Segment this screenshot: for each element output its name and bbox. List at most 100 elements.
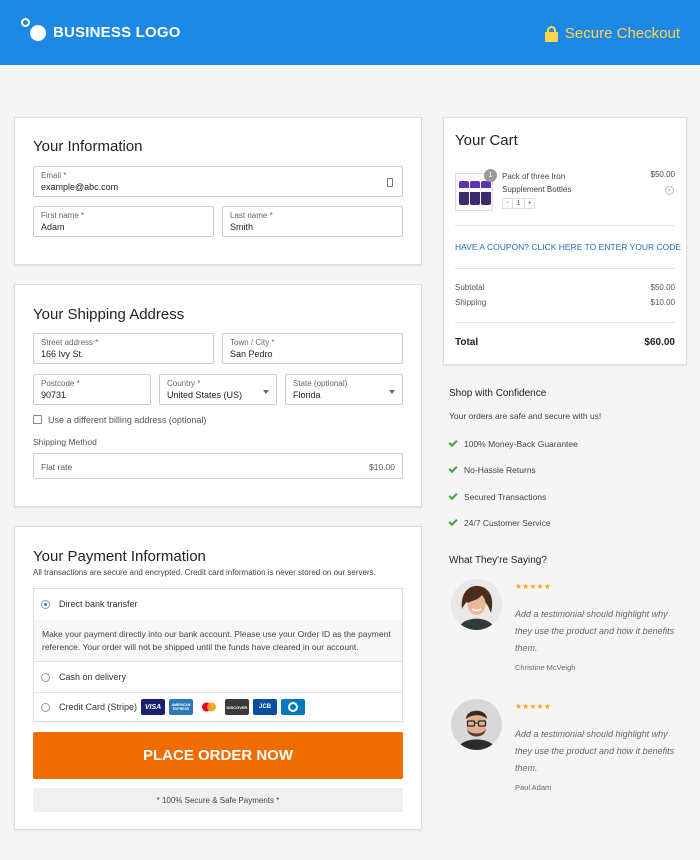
cart-card: Your Cart 1 Pack of three Iron Supplemen…: [443, 117, 687, 365]
confidence-item: 100% Money-Back Guarantee: [448, 437, 689, 453]
confidence-item-label: Secured Transactions: [464, 492, 547, 502]
cart-quantity-badge: 1: [484, 169, 497, 182]
secure-checkout-text: Secure Checkout: [564, 25, 680, 42]
autofill-icon[interactable]: [387, 178, 393, 187]
first-name-value: Adam: [41, 222, 65, 232]
bank-transfer-label: Direct bank transfer: [59, 599, 138, 609]
testimonial: ★★★★★ Add a testimonial should highlight…: [449, 699, 694, 799]
coupon-link[interactable]: HAVE A COUPON? CLICK HERE TO ENTER YOUR …: [455, 242, 681, 252]
confidence-item-label: 100% Money-Back Guarantee: [464, 439, 578, 449]
country-select[interactable]: Country * United States (US): [159, 374, 277, 405]
divider: [455, 225, 675, 226]
credit-card-label: Credit Card (Stripe): [59, 702, 138, 712]
bank-transfer-description-text: Make your payment directly into our bank…: [42, 629, 391, 652]
secure-checkout-label: Secure Checkout: [544, 25, 680, 42]
cash-on-delivery-label: Cash on delivery: [59, 672, 127, 682]
shipping-value: $10.00: [650, 298, 675, 307]
testimonial-author: Christine McVeigh: [515, 663, 576, 672]
total-value: $60.00: [644, 337, 675, 348]
last-name-field[interactable]: Last name * Smith: [222, 206, 403, 237]
cart-item-name: Pack of three Iron Supplement Bottles: [502, 172, 572, 194]
billing-address-checkbox[interactable]: [33, 415, 42, 424]
quantity-stepper[interactable]: - 1 +: [502, 198, 535, 209]
street-address-field[interactable]: Street address * 166 Ivy St.: [33, 333, 214, 364]
confidence-item: 24/7 Customer Service: [448, 516, 689, 532]
testimonial: ★★★★★ Add a testimonial should highlight…: [449, 579, 694, 679]
business-logo[interactable]: BUSINESS LOGO: [20, 17, 181, 45]
postcode-label: Postcode *: [41, 379, 80, 388]
town-city-label: Town / City *: [230, 338, 275, 347]
confidence-title: Shop with Confidence: [449, 388, 547, 399]
your-information-card: Your Information Email * example@abc.com…: [14, 117, 422, 265]
shipping-address-card: Your Shipping Address Street address * 1…: [14, 284, 422, 507]
state-value: Florida: [293, 390, 321, 400]
payment-subtitle: All transactions are secure and encrypte…: [33, 568, 376, 577]
visa-icon: VISA: [141, 699, 165, 715]
place-order-button[interactable]: PLACE ORDER NOW: [33, 732, 403, 779]
postcode-value: 90731: [41, 390, 67, 400]
shipping-method-option[interactable]: Flat rate $10.00: [33, 453, 403, 479]
shipping-label: Shipping: [455, 298, 487, 307]
state-label: State (optional): [293, 379, 348, 388]
email-label: Email *: [41, 171, 67, 180]
payment-card: Your Payment Information All transaction…: [14, 526, 422, 830]
increase-quantity-button[interactable]: +: [524, 198, 535, 209]
confidence-item: No-Hassle Returns: [448, 463, 689, 479]
confidence-section: Shop with Confidence Your orders are saf…: [448, 388, 689, 538]
email-value: example@abc.com: [41, 182, 119, 192]
country-label: Country *: [167, 379, 201, 388]
avatar: [451, 579, 502, 630]
cart-title: Your Cart: [455, 132, 518, 149]
checkmark-icon: [448, 437, 458, 448]
section-title-shipping: Your Shipping Address: [33, 306, 185, 323]
shipping-method-name: Flat rate: [41, 462, 73, 472]
total-label: Total: [455, 337, 479, 348]
payment-option-stripe[interactable]: Credit Card (Stripe) VISA AMERICAN EXPRE…: [34, 693, 402, 722]
first-name-field[interactable]: First name * Adam: [33, 206, 214, 237]
radio-credit-card[interactable]: [41, 703, 50, 712]
divider: [455, 268, 675, 269]
secure-payments-note: * 100% Secure & Safe Payments *: [33, 788, 403, 812]
subtotal-label: Subtotal: [455, 283, 485, 292]
quantity-value[interactable]: 1: [513, 198, 524, 209]
logo-icon: [20, 17, 48, 45]
email-field[interactable]: Email * example@abc.com: [33, 166, 403, 197]
lock-icon: [544, 25, 558, 42]
section-title-payment: Your Payment Information: [33, 548, 206, 565]
testimonials-title: What They're Saying?: [449, 555, 547, 566]
checkmark-icon: [448, 463, 458, 474]
billing-address-label[interactable]: Use a different billing address (optiona…: [48, 415, 206, 425]
confidence-item: Secured Transactions: [448, 490, 689, 506]
bank-transfer-description: Make your payment directly into our bank…: [34, 620, 402, 662]
testimonial-author: Paul Adam: [515, 783, 552, 792]
subtotal-value: $50.00: [650, 283, 675, 292]
divider: [455, 322, 675, 323]
remove-item-icon[interactable]: ×: [665, 186, 674, 195]
street-address-value: 166 Ivy St.: [41, 349, 84, 359]
radio-cash-on-delivery[interactable]: [41, 673, 50, 682]
payment-option-bank[interactable]: Direct bank transfer: [34, 589, 402, 620]
shipping-method-label: Shipping Method: [33, 437, 97, 447]
last-name-value: Smith: [230, 222, 254, 232]
country-value: United States (US): [167, 390, 243, 400]
town-city-value: San Pedro: [230, 349, 273, 359]
confidence-subtitle: Your orders are safe and secure with us!: [449, 411, 602, 421]
rating-stars: ★★★★★: [515, 582, 551, 591]
confidence-item-label: 24/7 Customer Service: [464, 518, 551, 528]
diners-club-icon: [281, 699, 305, 715]
avatar: [451, 699, 502, 750]
radio-bank-transfer[interactable]: [41, 600, 50, 609]
header-bar: BUSINESS LOGO Secure Checkout: [0, 0, 700, 65]
payment-option-cod[interactable]: Cash on delivery: [34, 662, 402, 693]
checkmark-icon: [448, 516, 458, 527]
testimonial-quote: Add a testimonial should highlight why t…: [515, 729, 675, 773]
decrease-quantity-button[interactable]: -: [502, 198, 513, 209]
logo-text: BUSINESS LOGO: [53, 24, 181, 41]
state-select[interactable]: State (optional) Florida: [285, 374, 403, 405]
street-address-label: Street address *: [41, 338, 99, 347]
cart-item-price: $50.00: [650, 170, 675, 179]
postcode-field[interactable]: Postcode * 90731: [33, 374, 151, 405]
jcb-icon: JCB: [253, 699, 277, 715]
mastercard-icon: [197, 699, 221, 715]
town-city-field[interactable]: Town / City * San Pedro: [222, 333, 403, 364]
